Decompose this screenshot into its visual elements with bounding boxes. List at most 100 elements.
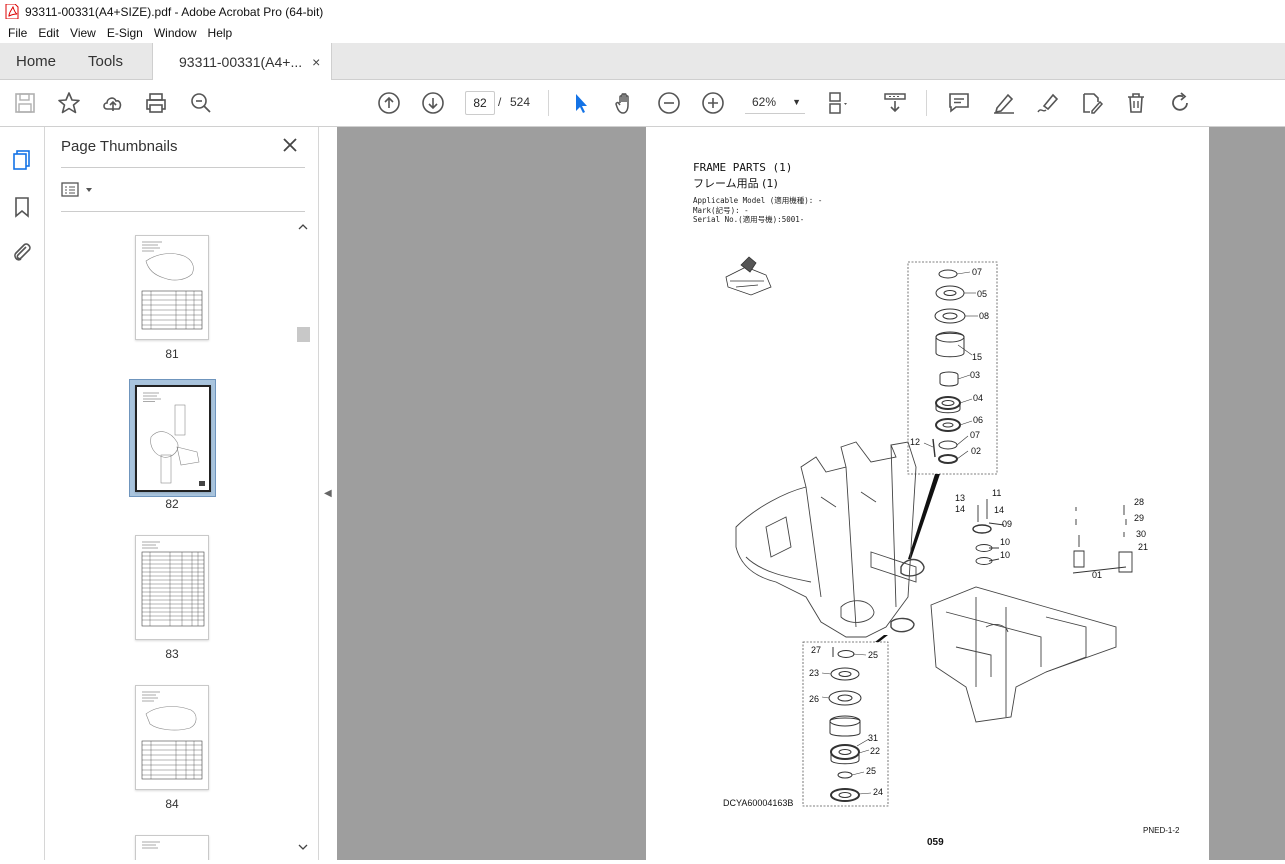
pdf-page: FRAME PARTS (1) フレーム用品 (1) Applicable Mo… — [646, 127, 1209, 864]
callout-30: 30 — [1136, 529, 1146, 539]
menu-file[interactable]: File — [8, 26, 27, 40]
thumbnail-page-82[interactable] — [135, 385, 211, 492]
rear-frame — [930, 586, 1117, 723]
toolbar-divider — [548, 90, 549, 116]
parts-diagram: 07 05 08 15 03 04 06 07 02 12 13 14 11 1… — [725, 256, 1148, 807]
panel-collapse-handle[interactable]: ◀ — [319, 127, 336, 864]
menu-help[interactable]: Help — [208, 26, 233, 40]
zoom-out-icon[interactable] — [657, 91, 681, 115]
scroll-mode-icon[interactable] — [883, 91, 907, 115]
close-icon[interactable] — [281, 136, 299, 154]
callout-15: 15 — [972, 352, 982, 362]
callout-07b: 07 — [970, 430, 980, 440]
callout-03: 03 — [970, 370, 980, 380]
bookmarks-icon[interactable] — [10, 195, 34, 219]
tab-bar: Home Tools 93311-00331(A4+... × — [0, 43, 1285, 80]
attachments-paperclip-icon[interactable] — [10, 240, 34, 264]
callout-11: 11 — [992, 488, 1001, 498]
callout-10: 10 — [1000, 537, 1010, 547]
lower-detail-box — [802, 641, 889, 807]
panel-divider — [61, 167, 305, 168]
detail-pointer-lower — [875, 635, 888, 642]
thumbnail-page-81[interactable] — [135, 235, 209, 340]
menu-edit[interactable]: Edit — [38, 26, 59, 40]
title-bar: 93311-00331(A4+SIZE).pdf - Adobe Acrobat… — [0, 0, 1285, 23]
callout-25: 25 — [868, 650, 878, 660]
frame-body — [735, 441, 925, 638]
cloud-upload-icon[interactable] — [101, 91, 125, 115]
thumbnail-page-85[interactable] — [135, 835, 209, 861]
comment-icon[interactable] — [947, 91, 971, 115]
highlight-pen-icon[interactable] — [992, 91, 1016, 115]
sign-pen-icon[interactable] — [1036, 91, 1060, 115]
callout-31: 31 — [868, 733, 878, 743]
page-display-icon[interactable] — [827, 91, 851, 115]
delete-trash-icon[interactable] — [1124, 91, 1148, 115]
zoom-level-select[interactable]: 62% ▼ — [745, 91, 805, 114]
callout-04: 04 — [973, 393, 983, 403]
tab-close-button[interactable]: × — [312, 54, 320, 70]
thumbnail-page-83[interactable] — [135, 535, 209, 640]
scroll-down-arrow-icon[interactable] — [298, 843, 308, 851]
callout-26: 26 — [809, 694, 819, 704]
callout-13: 13 — [955, 493, 965, 503]
callout-29: 29 — [1134, 513, 1144, 523]
drawing-code: DCYA60004163B — [723, 798, 794, 808]
callout-05: 05 — [977, 289, 987, 299]
callout-01: 01 — [1092, 570, 1102, 580]
callout-14b: 14 — [994, 505, 1004, 515]
thumbnails-scrollbar[interactable] — [296, 219, 312, 859]
thumbnail-label-82: 82 — [165, 497, 179, 511]
page-number-input[interactable]: 82 — [465, 91, 495, 115]
thumbnail-options-button[interactable] — [61, 181, 101, 199]
page-number: 059 — [927, 837, 944, 848]
collapse-left-icon: ◀ — [324, 488, 332, 499]
menu-window[interactable]: Window — [154, 26, 197, 40]
toolbar-divider-2 — [926, 90, 927, 116]
scroll-up-arrow-icon[interactable] — [298, 223, 308, 231]
scrollbar-thumb[interactable] — [297, 327, 310, 342]
chevron-down-icon: ▼ — [792, 97, 801, 107]
page-total: 524 — [510, 95, 531, 109]
hand-tool-icon[interactable] — [613, 91, 637, 115]
thumbnail-label-84: 84 — [165, 797, 179, 811]
callout-12: 12 — [910, 437, 920, 447]
thumbnail-label-83: 83 — [165, 647, 179, 661]
panel-title: Page Thumbnails — [61, 138, 178, 155]
rotate-icon[interactable] — [1168, 91, 1192, 115]
next-page-icon[interactable] — [421, 91, 445, 115]
window-title: 93311-00331(A4+SIZE).pdf - Adobe Acrobat… — [25, 4, 324, 19]
menu-view[interactable]: View — [70, 26, 96, 40]
tab-document[interactable]: 93311-00331(A4+... × — [152, 43, 332, 80]
page-separator: / — [498, 95, 502, 109]
callout-02: 02 — [971, 446, 981, 456]
machine-orientation-icon — [725, 256, 772, 296]
callout-14: 14 — [955, 504, 965, 514]
callout-21: 21 — [1138, 542, 1148, 552]
zoom-in-icon[interactable] — [701, 91, 725, 115]
menu-bar: File Edit View E-Sign Window Help — [0, 23, 1285, 43]
callout-10b: 10 — [1000, 550, 1010, 560]
acrobat-pdf-icon — [5, 4, 19, 19]
thumbnail-label-81: 81 — [165, 347, 179, 361]
callout-07: 07 — [972, 267, 982, 277]
page-reference: PNED-1-2 — [1143, 826, 1180, 835]
callout-06: 06 — [973, 415, 983, 425]
bookmark-star-icon[interactable] — [57, 91, 81, 115]
callout-24: 24 — [873, 787, 883, 797]
edit-pdf-icon[interactable] — [1080, 91, 1104, 115]
previous-page-icon[interactable] — [377, 91, 401, 115]
callout-25b: 25 — [866, 766, 876, 776]
page-thumbnails-icon[interactable] — [10, 148, 34, 172]
select-cursor-icon[interactable] — [569, 91, 593, 115]
menu-esign[interactable]: E-Sign — [107, 26, 143, 40]
print-icon[interactable] — [144, 91, 168, 115]
zoom-search-icon[interactable] — [189, 91, 213, 115]
bottom-strip — [0, 860, 1285, 864]
thumbnail-page-84[interactable] — [135, 685, 209, 790]
callout-22: 22 — [870, 746, 880, 756]
save-icon[interactable] — [13, 91, 37, 115]
tab-tools[interactable]: Tools — [88, 43, 123, 79]
tab-home[interactable]: Home — [16, 43, 56, 79]
callout-23: 23 — [809, 668, 819, 678]
